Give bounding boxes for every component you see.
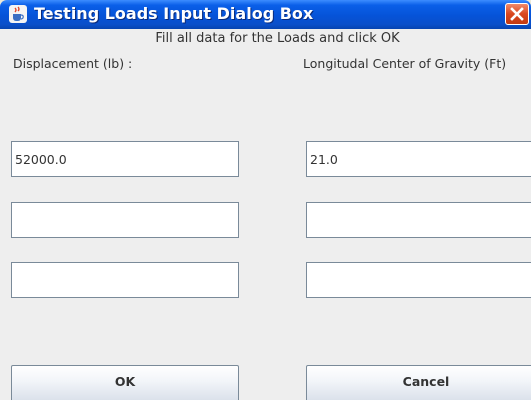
java-cup-icon: [9, 5, 27, 23]
dialog-window: Testing Loads Input Dialog Box Fill all …: [0, 0, 531, 400]
displacement-label: Displacement (lb) :: [13, 56, 133, 71]
displacement-input-1[interactable]: [11, 141, 239, 177]
title-bar[interactable]: Testing Loads Input Dialog Box: [0, 0, 531, 29]
displacement-input-2[interactable]: [11, 202, 239, 238]
window-title: Testing Loads Input Dialog Box: [34, 4, 314, 23]
lcg-input-2[interactable]: [306, 202, 531, 238]
lcg-input-3[interactable]: [306, 262, 531, 298]
ok-button[interactable]: OK: [11, 365, 239, 400]
close-button[interactable]: [505, 3, 529, 25]
lcg-input-1[interactable]: [306, 141, 531, 177]
displacement-input-3[interactable]: [11, 262, 239, 298]
instruction-text: Fill all data for the Loads and click OK: [155, 31, 400, 46]
cancel-button[interactable]: Cancel: [306, 365, 531, 400]
lcg-label: Longitudal Center of Gravity (Ft): [303, 56, 507, 71]
close-icon: [510, 7, 524, 21]
